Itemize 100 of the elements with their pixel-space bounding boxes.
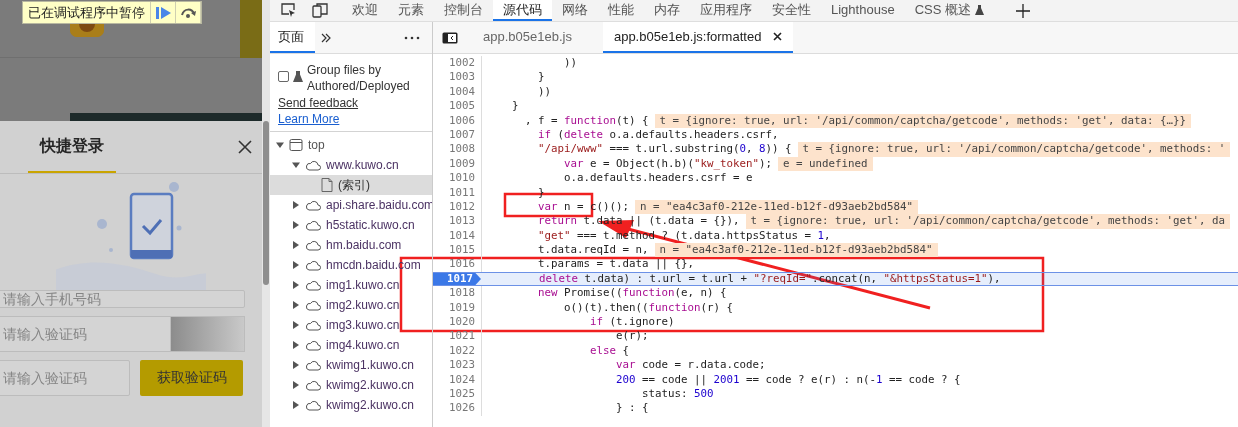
group-files-label: Group files by Authored/Deployed [307,62,411,94]
line-number[interactable]: 1024 [433,372,482,387]
tree-item[interactable]: kwimg2.kuwo.cn [270,395,432,415]
devtools-tab[interactable]: 内存 [644,0,690,21]
collapsed-arrow-icon[interactable] [292,341,300,349]
editor-tab[interactable]: app.b05e1eb.js:formatted [602,22,794,53]
tree-item[interactable]: kwimg1.kuwo.cn [270,355,432,375]
tree-item[interactable]: img3.kuwo.cn [270,315,432,335]
get-code-button[interactable]: 获取验证码 [140,360,243,396]
line-number[interactable]: 1015 [433,243,482,258]
collapsed-arrow-icon[interactable] [292,241,300,249]
tree-item[interactable]: img1.kuwo.cn [270,275,432,295]
tree-item[interactable]: img4.kuwo.cn [270,335,432,355]
line-number[interactable]: 1022 [433,343,482,359]
collapsed-arrow-icon[interactable] [292,321,300,329]
cloud-icon [305,319,321,331]
devtools-tab[interactable]: 源代码 [493,0,552,21]
tree-item[interactable]: (索引) [270,175,432,195]
tree-item[interactable]: www.kuwo.cn [270,155,432,175]
devtools-tab[interactable]: 安全性 [762,0,821,21]
line-number[interactable]: 1023 [433,358,482,373]
line-number[interactable]: 1005 [433,99,482,114]
checkbox[interactable] [278,71,289,82]
collapsed-arrow-icon[interactable] [292,281,300,289]
collapsed-arrow-icon[interactable] [292,361,300,369]
code-line: t.params = t.data || {}, [538,257,695,272]
navigator-tab[interactable]: 页面 [270,22,315,53]
line-number[interactable]: 1016 [433,257,482,272]
collapsed-arrow-icon[interactable] [292,261,300,269]
line-number[interactable]: 1018 [433,286,482,301]
line-number[interactable]: 1017 [433,272,481,286]
learn-more-link[interactable]: Learn More [270,111,340,127]
devtools-tab[interactable]: 应用程序 [690,0,762,21]
frame-icon [289,138,303,152]
devtools-tab[interactable]: 元素 [388,0,434,21]
close-icon[interactable] [238,140,252,154]
cloud-icon [305,199,321,211]
scrollbar[interactable] [262,0,270,427]
expanded-arrow-icon[interactable] [292,161,300,169]
code-line: , f = function(t) { [525,113,649,128]
devtools-tab[interactable]: 控制台 [434,0,493,21]
collapsed-arrow-icon[interactable] [292,201,300,209]
line-number[interactable]: 1020 [433,315,482,330]
line-number[interactable]: 1008 [433,142,482,157]
line-number[interactable]: 1019 [433,300,482,316]
close-icon[interactable] [773,32,783,41]
feedback-link[interactable]: Send feedback [270,95,359,111]
phone-field[interactable]: 请输入手机号码 [0,290,245,308]
line-number[interactable]: 1012 [433,199,482,215]
inspect-icon[interactable] [280,3,296,18]
code-line: } [538,70,545,85]
devtools-tab[interactable]: 网络 [552,0,598,21]
device-toolbar-icon[interactable] [312,3,328,18]
line-number[interactable]: 1021 [433,329,482,344]
cloud-icon [305,279,321,291]
inline-value: n = "ea4c3af0-212e-11ed-b12f-d93aeb2bd584" [654,243,938,258]
collapsed-arrow-icon[interactable] [292,301,300,309]
line-number[interactable]: 1025 [433,387,482,402]
line-number[interactable]: 1003 [433,70,482,85]
line-number[interactable]: 1002 [433,56,482,71]
collapsed-arrow-icon[interactable] [292,401,300,409]
line-number[interactable]: 1013 [433,214,482,229]
code-line: o.a.defaults.headers.csrf = e [564,171,753,186]
tree-item[interactable]: hm.baidu.com [270,235,432,255]
code-line: } : { [616,401,649,416]
tree-item[interactable]: h5static.kuwo.cn [270,215,432,235]
line-number[interactable]: 1006 [433,113,482,128]
tree-item[interactable]: top [270,135,432,155]
captcha-field[interactable]: 请输入验证码 [0,316,170,352]
tree-item[interactable]: img2.kuwo.cn [270,295,432,315]
line-number[interactable]: 1010 [433,171,482,186]
chevron-double-icon[interactable] [321,32,331,43]
line-number[interactable]: 1004 [433,84,482,100]
tree-item[interactable]: kwimg2.kuwo.cn [270,375,432,395]
line-number[interactable]: 1007 [433,127,482,143]
more-icon[interactable] [404,35,420,40]
line-number[interactable]: 1009 [433,156,482,172]
sms-code-field[interactable]: 请输入验证码 [0,360,130,396]
sidebar-toggle-icon[interactable] [442,31,458,44]
devtools-tab[interactable]: 欢迎 [342,0,388,21]
cloud-icon [305,159,321,171]
inline-value: t = {ignore: true, url: '/api/common/captcha/getcode', methods: 'get', data: {…}} [654,113,1192,128]
devtools-tab[interactable]: 性能 [598,0,644,21]
login-tab[interactable]: 快捷登录 [28,121,116,173]
collapsed-arrow-icon[interactable] [292,381,300,389]
line-number[interactable]: 1014 [433,228,482,244]
add-tab-icon[interactable] [1015,3,1030,18]
step-over-icon [180,7,196,18]
line-number[interactable]: 1011 [433,185,482,200]
cloud-icon [305,339,321,351]
collapsed-arrow-icon[interactable] [292,221,300,229]
code-line: "/api/www" === t.url.substring(0, 8)) { [538,142,792,157]
expanded-arrow-icon[interactable] [276,141,284,149]
line-number[interactable]: 1026 [433,401,482,416]
devtools-tab[interactable]: Lighthouse [821,0,905,21]
editor-tab[interactable]: app.b05e1eb.js [472,22,583,53]
code-line: )) [538,84,552,100]
resume-icon [155,6,171,19]
devtools-tab[interactable]: CSS 概述 [904,0,994,21]
code-line: e(r); [616,329,649,344]
